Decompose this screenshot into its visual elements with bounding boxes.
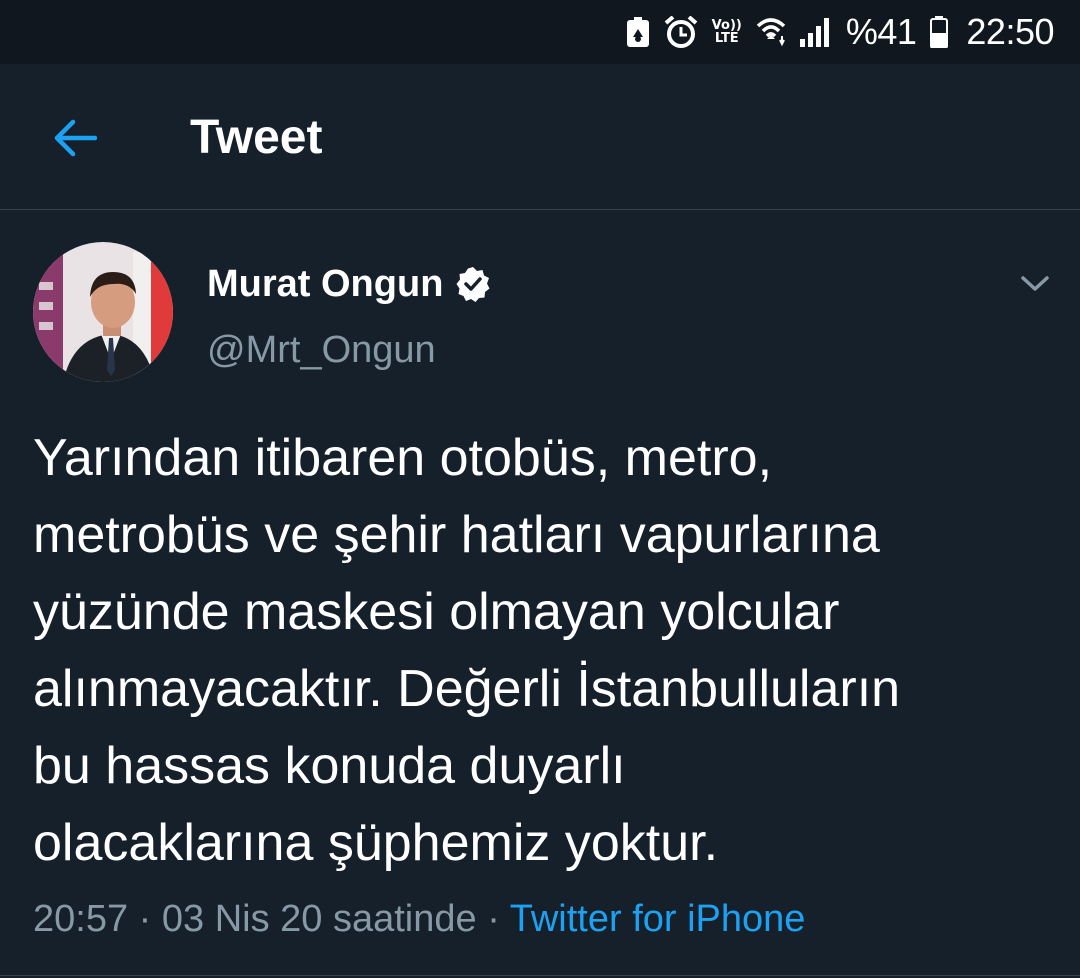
meta-separator: · (487, 898, 500, 940)
wifi-icon (756, 16, 786, 48)
meta-separator: · (138, 898, 152, 940)
volte-icon: Vo)) LTE (712, 19, 742, 45)
author-handle[interactable]: @Mrt_Ongun (207, 328, 436, 372)
tweet-time: 20:57 (33, 898, 129, 940)
app-header: Tweet (0, 64, 1080, 210)
tweet-text-line: bu hassas konuda duyarlı (33, 737, 626, 795)
status-bar-icons: Vo)) LTE %41 22:50 (626, 0, 1054, 64)
author-name[interactable]: Murat Ongun (207, 262, 491, 306)
tweet-options-button[interactable] (1010, 262, 1060, 306)
status-bar: Vo)) LTE %41 22:50 (0, 0, 1080, 64)
tweet-source-link[interactable]: Twitter for iPhone (510, 898, 806, 940)
tweet-text-line: metrobüs ve şehir hatları vapurlarına (33, 506, 880, 564)
page-title: Tweet (190, 111, 323, 164)
tweet-text: Yarından itibaren otobüs, metro, metrobü… (33, 420, 1043, 882)
tweet-timestamp: 20:57 · 03 Nis 20 saatinde · Twitter for… (33, 892, 805, 946)
tweet-text-line: olacaklarına şüphemiz yoktur. (33, 814, 719, 872)
battery-saver-icon (626, 17, 650, 47)
tweet-text-line: Yarından itibaren otobüs, metro, (33, 429, 773, 487)
battery-icon (930, 16, 949, 48)
battery-percentage: %41 (845, 11, 917, 52)
verified-badge-icon (455, 266, 491, 302)
arrow-left-icon (54, 119, 97, 157)
divider (0, 975, 1080, 976)
tweet-detail-screen: Vo)) LTE %41 22:50 Tweet Murat Ongun @Mr… (0, 0, 1080, 978)
status-time: 22:50 (966, 11, 1054, 52)
profile-photo-image (33, 242, 173, 382)
chevron-down-icon (1021, 276, 1049, 291)
tweet-text-line: alınmayacaktır. Değerli İstanbulluların (33, 660, 901, 718)
author-name-text: Murat Ongun (207, 263, 444, 305)
alarm-icon (664, 16, 698, 48)
signal-icon (799, 17, 832, 47)
avatar[interactable] (33, 242, 173, 382)
back-button[interactable] (44, 108, 104, 168)
lte-label: LTE (714, 31, 739, 46)
tweet-date: 03 Nis 20 saatinde (161, 898, 477, 940)
tweet-text-line: yüzünde maskesi olmayan yolcular (33, 583, 840, 641)
